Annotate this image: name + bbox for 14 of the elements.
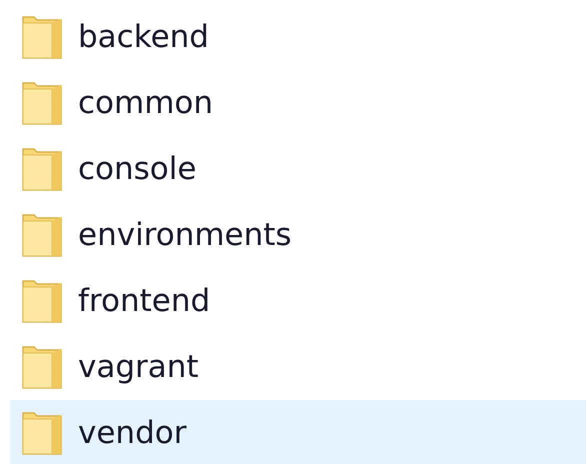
folder-icon — [22, 147, 62, 191]
folder-icon — [22, 213, 62, 257]
folder-icon — [22, 345, 62, 389]
folder-icon — [22, 15, 62, 59]
folder-icon — [22, 81, 62, 125]
folder-item[interactable]: vendor — [10, 400, 586, 464]
folder-icon — [22, 279, 62, 323]
folder-item[interactable]: vagrant — [10, 334, 586, 400]
folder-item[interactable]: environments — [10, 202, 586, 268]
folder-item[interactable]: console — [10, 136, 586, 202]
folder-item[interactable]: frontend — [10, 268, 586, 334]
folder-item[interactable]: common — [10, 70, 586, 136]
folder-icon — [22, 411, 62, 455]
folder-item[interactable]: backend — [10, 4, 586, 70]
